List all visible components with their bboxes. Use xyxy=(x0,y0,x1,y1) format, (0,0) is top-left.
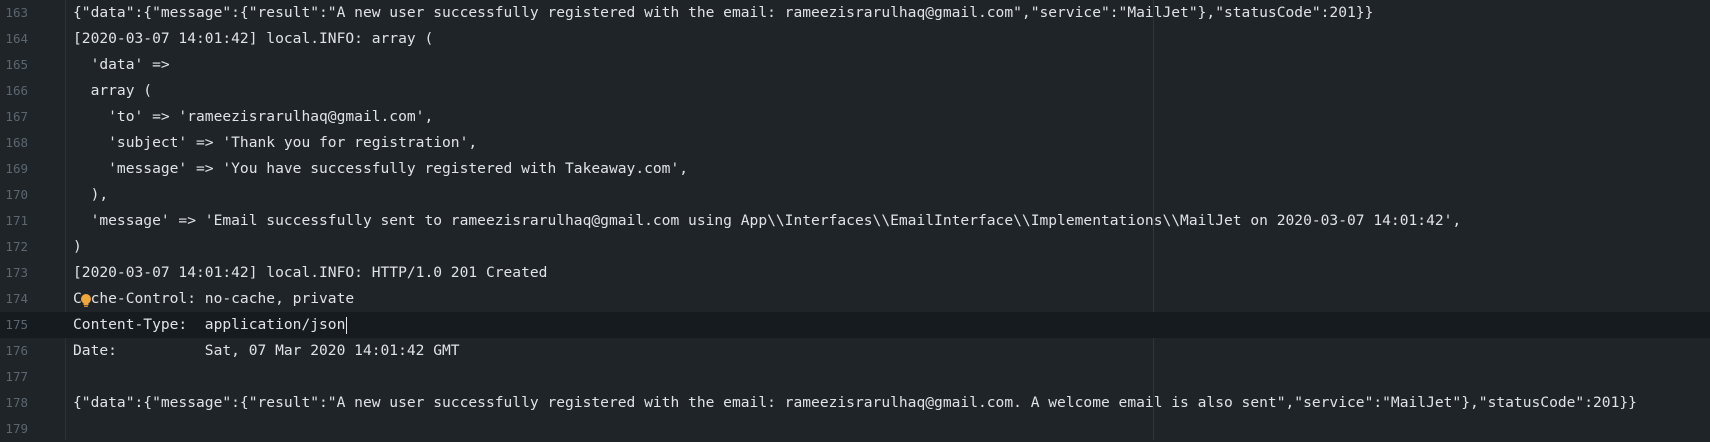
line-number: 172 xyxy=(5,239,28,254)
line-number: 165 xyxy=(5,57,28,72)
line-number: 168 xyxy=(5,135,28,150)
line-number: 179 xyxy=(5,421,28,436)
line-number: 167 xyxy=(5,109,28,124)
code-line[interactable]: 168 'subject' => 'Thank you for registra… xyxy=(0,130,1710,156)
line-number: 166 xyxy=(5,83,28,98)
line-number: 173 xyxy=(5,265,28,280)
code-text[interactable]: Content-Type: application/json xyxy=(73,312,348,338)
line-number: 178 xyxy=(5,395,28,410)
code-line[interactable]: 163 {"data":{"message":{"result":"A new … xyxy=(0,0,1710,26)
code-text[interactable]: array ( xyxy=(73,78,153,104)
code-text[interactable]: 'subject' => 'Thank you for registration… xyxy=(73,130,477,156)
code-line[interactable]: 177 xyxy=(0,364,1710,390)
code-text[interactable]: Cache-Control: no-cache, private xyxy=(73,286,354,312)
code-line[interactable]: 171 'message' => 'Email successfully sen… xyxy=(0,208,1710,234)
code-line[interactable]: 167 'to' => 'rameezisrarulhaq@gmail.com'… xyxy=(0,104,1710,130)
line-number: 171 xyxy=(5,213,28,228)
code-text[interactable]: {"data":{"message":{"result":"A new user… xyxy=(73,390,1637,416)
code-text[interactable]: ) xyxy=(73,234,82,260)
code-line[interactable]: 170 ), xyxy=(0,182,1710,208)
code-line[interactable]: 176 Date: Sat, 07 Mar 2020 14:01:42 GMT xyxy=(0,338,1710,364)
line-number: 174 xyxy=(5,291,28,306)
code-text[interactable]: 'message' => 'You have successfully regi… xyxy=(73,156,688,182)
code-text[interactable]: 'data' => xyxy=(73,52,170,78)
code-editor[interactable]: 163 {"data":{"message":{"result":"A new … xyxy=(0,0,1710,440)
line-number: 170 xyxy=(5,187,28,202)
code-text[interactable]: Date: Sat, 07 Mar 2020 14:01:42 GMT xyxy=(73,338,460,364)
code-text[interactable]: {"data":{"message":{"result":"A new user… xyxy=(73,0,1373,26)
code-text[interactable]: 'message' => 'Email successfully sent to… xyxy=(73,208,1462,234)
line-number: 169 xyxy=(5,161,28,176)
code-line[interactable]: 173 [2020-03-07 14:01:42] local.INFO: HT… xyxy=(0,260,1710,286)
code-text[interactable]: ), xyxy=(73,182,109,208)
code-line[interactable]: 179 xyxy=(0,416,1710,442)
line-number: 175 xyxy=(5,317,28,332)
line-number: 164 xyxy=(5,31,28,46)
code-line[interactable]: 172 ) xyxy=(0,234,1710,260)
code-line[interactable]: 178 {"data":{"message":{"result":"A new … xyxy=(0,390,1710,416)
line-number: 176 xyxy=(5,343,28,358)
code-line[interactable]: 166 array ( xyxy=(0,78,1710,104)
code-line[interactable]: 174 Cache-Control: no-cache, private xyxy=(0,286,1710,312)
lightbulb-icon-graphic xyxy=(81,294,91,307)
code-line-active[interactable]: 175 Content-Type: application/json xyxy=(0,312,1710,338)
code-line[interactable]: 165 'data' => xyxy=(0,52,1710,78)
code-text[interactable]: [2020-03-07 14:01:42] local.INFO: HTTP/1… xyxy=(73,260,547,286)
text-caret xyxy=(346,316,348,334)
lightbulb-icon[interactable] xyxy=(80,293,92,309)
code-text[interactable]: 'to' => 'rameezisrarulhaq@gmail.com', xyxy=(73,104,433,130)
code-line[interactable]: 164 [2020-03-07 14:01:42] local.INFO: ar… xyxy=(0,26,1710,52)
line-number: 163 xyxy=(5,5,28,20)
code-text[interactable]: [2020-03-07 14:01:42] local.INFO: array … xyxy=(73,26,433,52)
code-line[interactable]: 169 'message' => 'You have successfully … xyxy=(0,156,1710,182)
line-number: 177 xyxy=(5,369,28,384)
code-text-content: Content-Type: application/json xyxy=(73,316,346,333)
